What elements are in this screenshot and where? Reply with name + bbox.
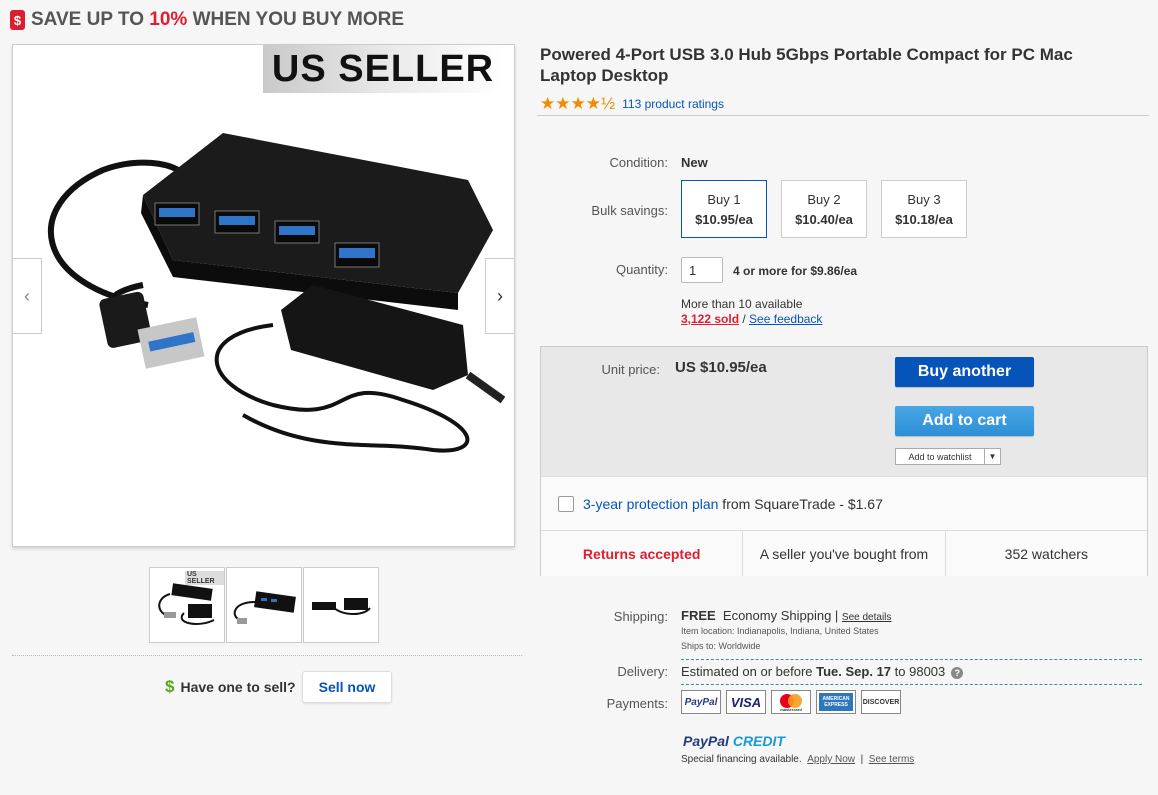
thumbnail-3[interactable] (303, 567, 379, 643)
protection-plan-checkbox[interactable] (558, 496, 574, 512)
watchers-count: 352 watchers (1004, 545, 1088, 562)
quantity-input[interactable]: 1 (681, 257, 723, 283)
rating-row: ★★★★½ 113 product ratings (540, 94, 724, 114)
add-to-watchlist-button[interactable]: Add to watchlist ▼ (895, 448, 1001, 465)
chevron-right-icon: › (497, 285, 503, 306)
buy-another-button[interactable]: Buy another (895, 357, 1034, 387)
payments-label: Payments: (606, 696, 668, 711)
shipping-label: Shipping: (613, 609, 668, 624)
see-feedback-link[interactable]: See feedback (749, 312, 822, 326)
bulk-savings-label: Bulk savings: (591, 203, 668, 218)
sold-feedback-row: 3,122 sold / See feedback (681, 312, 823, 326)
apply-now-link[interactable]: Apply Now (807, 754, 855, 765)
prev-image-button[interactable]: ‹ (13, 258, 42, 334)
ships-to: Ships to: Worldwide (681, 641, 761, 651)
quantity-deal: 4 or more for $9.86/ea (733, 264, 858, 278)
help-icon[interactable]: ? (951, 666, 964, 679)
divider (681, 684, 1142, 685)
delivery-label: Delivery: (617, 664, 668, 679)
sold-count-link[interactable]: 3,122 sold (681, 312, 739, 326)
bulk-option-1[interactable]: Buy 1 $10.95/ea (681, 180, 767, 238)
thumbnail-1[interactable]: US SELLER (149, 567, 225, 643)
thumbnail-strip: US SELLER (149, 567, 380, 643)
returns-accepted: Returns accepted (541, 531, 744, 576)
caret-down-icon[interactable]: ▼ (984, 449, 1000, 464)
mastercard-logo-icon: mastercard (771, 690, 811, 714)
discover-logo-icon: DISCOVER (861, 690, 901, 714)
sell-prompt: $ Have one to sell? Sell now (165, 671, 393, 703)
divider (681, 659, 1142, 660)
promo-text: SAVE UP TO 10% WHEN YOU BUY MORE (31, 9, 405, 30)
see-details-link[interactable]: See details (842, 612, 891, 623)
add-to-cart-button[interactable]: Add to cart (895, 406, 1034, 436)
paypal-logo-icon: PayPal (681, 690, 721, 714)
condition-label: Condition: (609, 155, 668, 170)
price-tag-icon: $ (10, 10, 25, 30)
shipping-info: FREE Economy Shipping | See details (681, 608, 892, 623)
next-image-button[interactable]: › (485, 258, 514, 334)
rating-stars-icon[interactable]: ★★★★½ (540, 94, 615, 114)
condition-value: New (681, 155, 708, 170)
availability-text: More than 10 available (681, 297, 803, 311)
protection-plan-link[interactable]: 3-year protection plan (583, 496, 718, 512)
thumbnail-2[interactable] (226, 567, 302, 643)
seller-note: A seller you've bought from (743, 531, 946, 576)
bulk-option-3[interactable]: Buy 3 $10.18/ea (881, 180, 967, 238)
main-product-image[interactable]: US SELLER ‹ › (12, 44, 515, 547)
sell-now-button[interactable]: Sell now (301, 671, 393, 703)
usb-hub-photo (48, 133, 506, 453)
amex-logo-icon: AMERICAN EXPRESS (816, 690, 856, 714)
bulk-option-2[interactable]: Buy 2 $10.40/ea (781, 180, 867, 238)
item-location: Item location: Indianapolis, Indiana, Un… (681, 626, 879, 636)
ratings-link[interactable]: 113 product ratings (622, 97, 724, 111)
chevron-left-icon: ‹ (24, 285, 30, 306)
paypal-credit-logo: PayPal CREDIT (683, 733, 785, 749)
protection-plan-text: 3-year protection plan from SquareTrade … (583, 496, 883, 512)
dollar-icon: $ (165, 677, 175, 696)
unit-price-label: Unit price: (601, 362, 660, 377)
visa-logo-icon: VISA (726, 690, 766, 714)
financing-row: Special financing available. Apply Now |… (681, 754, 915, 765)
svg-text:mastercard: mastercard (780, 707, 802, 712)
divider (12, 655, 522, 656)
promo-banner: $ SAVE UP TO 10% WHEN YOU BUY MORE (10, 8, 404, 32)
divider (537, 115, 1149, 116)
product-title: Powered 4-Port USB 3.0 Hub 5Gbps Portabl… (540, 45, 1073, 85)
see-terms-link[interactable]: See terms (869, 754, 915, 765)
delivery-estimate: Estimated on or before Tue. Sep. 17 to 9… (681, 664, 964, 679)
unit-price-value: US $10.95/ea (675, 359, 767, 376)
purchase-highlights: Returns accepted A seller you've bought … (541, 530, 1147, 576)
sell-question: Have one to sell? (180, 679, 296, 695)
quantity-label: Quantity: (615, 262, 668, 277)
